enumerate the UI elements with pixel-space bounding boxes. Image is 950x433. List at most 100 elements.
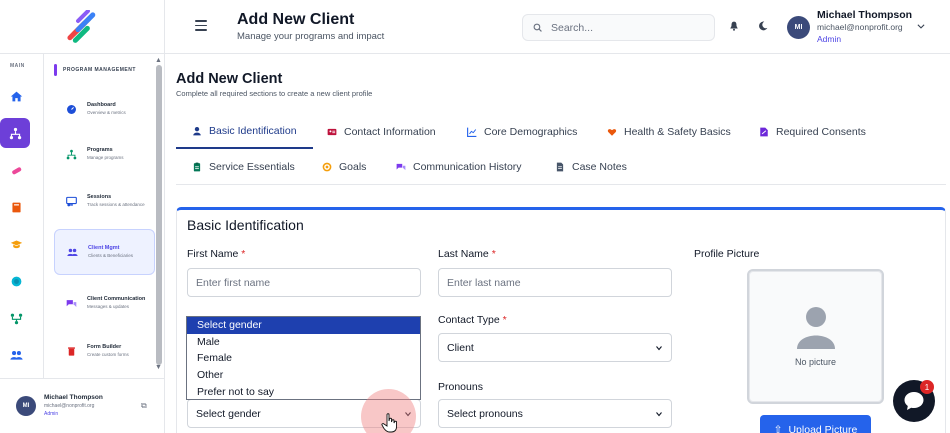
footer-user-role: Admin bbox=[44, 411, 59, 417]
user-email: michael@nonprofit.org bbox=[817, 22, 903, 32]
signature-icon bbox=[760, 127, 768, 137]
label-text: Contact Type bbox=[438, 314, 500, 326]
users-icon bbox=[9, 350, 23, 360]
nav-title: Client Mgmt bbox=[88, 244, 120, 251]
trash-icon bbox=[68, 346, 75, 356]
chat-icon bbox=[66, 299, 77, 307]
gender-dropdown-list[interactable]: Select gender Male Female Other Prefer n… bbox=[186, 316, 421, 400]
notification-badge: 1 bbox=[920, 380, 934, 394]
required-mark: * bbox=[491, 248, 496, 260]
top-header: Add New Client Manage your programs and … bbox=[165, 0, 950, 54]
tab-communication-history[interactable]: Communication History bbox=[380, 150, 538, 184]
avatar[interactable]: MI bbox=[16, 396, 36, 416]
search-icon bbox=[533, 23, 542, 32]
tab-basic-identification[interactable]: Basic Identification bbox=[176, 115, 313, 149]
tab-label: Health & Safety Basics bbox=[624, 126, 731, 138]
nav-item-programs[interactable]: Programs Manage programs bbox=[54, 131, 155, 177]
person-icon bbox=[193, 126, 201, 136]
pronouns-select[interactable]: Select pronouns bbox=[438, 399, 672, 428]
profile-picture-box[interactable]: No picture bbox=[747, 269, 884, 404]
id-card-icon bbox=[327, 128, 337, 136]
tab-required-consents[interactable]: Required Consents bbox=[743, 115, 882, 149]
external-link-icon[interactable]: ⧉ bbox=[141, 401, 147, 411]
rail-global[interactable] bbox=[2, 267, 30, 295]
panel-heading-text: PROGRAM MANAGEMENT bbox=[63, 67, 136, 73]
bell-icon[interactable] bbox=[729, 21, 739, 31]
heart-icon bbox=[607, 129, 617, 136]
rail-flow[interactable] bbox=[2, 304, 30, 332]
logo-icon[interactable] bbox=[60, 10, 104, 46]
nav-item-sessions[interactable]: Sessions Track sessions & attendance bbox=[54, 178, 155, 224]
nav-item-client-mgmt[interactable]: Client Mgmt Clients & Beneficiaries bbox=[54, 229, 155, 275]
panel-heading: PROGRAM MANAGEMENT bbox=[54, 64, 136, 76]
selected-value: Select pronouns bbox=[447, 407, 523, 420]
flow-icon bbox=[10, 313, 22, 324]
first-name-input[interactable]: Enter first name bbox=[187, 268, 421, 297]
profile-picture-label: Profile Picture bbox=[694, 248, 760, 260]
icon-rail: MAIN bbox=[0, 54, 44, 378]
contact-type-select[interactable]: Client bbox=[438, 333, 672, 362]
nav-desc: Clients & Beneficiaries bbox=[88, 252, 134, 258]
search-input[interactable] bbox=[551, 21, 701, 34]
tab-goals[interactable]: Goals bbox=[306, 150, 382, 184]
dropdown-option[interactable]: Female bbox=[187, 350, 420, 367]
dropdown-option[interactable]: Male bbox=[187, 334, 420, 351]
rail-education[interactable] bbox=[2, 230, 30, 258]
gauge-icon bbox=[67, 104, 76, 114]
search-box[interactable] bbox=[522, 14, 715, 41]
dropdown-option[interactable]: Select gender bbox=[187, 317, 420, 334]
chevron-down-icon[interactable] bbox=[916, 21, 926, 31]
rail-library[interactable] bbox=[2, 193, 30, 221]
globe-icon bbox=[11, 276, 21, 286]
scroll-thumb[interactable] bbox=[156, 65, 162, 365]
tabs-divider bbox=[176, 184, 946, 185]
last-name-input[interactable]: Enter last name bbox=[438, 268, 672, 297]
footer-user-name: Michael Thompson bbox=[44, 394, 103, 401]
page-title: Add New Client bbox=[237, 11, 355, 28]
tab-contact-information[interactable]: Contact Information bbox=[311, 115, 452, 149]
chevron-down-icon bbox=[656, 411, 662, 416]
tab-case-notes[interactable]: Case Notes bbox=[539, 150, 643, 184]
user-name: Michael Thompson bbox=[817, 9, 913, 21]
scroll-down-icon[interactable]: ▼ bbox=[155, 364, 162, 371]
rail-programs[interactable] bbox=[0, 118, 30, 148]
rail-home[interactable] bbox=[2, 82, 30, 110]
nav-title: Programs bbox=[87, 146, 113, 153]
contact-type-label: Contact Type * bbox=[438, 314, 507, 326]
placeholder-text: Enter last name bbox=[447, 276, 521, 289]
upload-picture-button[interactable]: ⇧ Upload Picture bbox=[760, 415, 871, 433]
nav-item-dashboard[interactable]: Dashboard Overview & metrics bbox=[54, 86, 155, 132]
scroll-up-icon[interactable]: ▲ bbox=[155, 57, 162, 64]
label-text: Last Name bbox=[438, 248, 489, 260]
nav-title: Client Communication bbox=[87, 295, 146, 302]
tab-service-essentials[interactable]: Service Essentials bbox=[176, 150, 311, 184]
tab-label: Communication History bbox=[413, 161, 522, 173]
sidebar-user-footer: MI Michael Thompson michael@nonprofit.or… bbox=[0, 378, 165, 433]
rail-health[interactable] bbox=[2, 156, 30, 184]
chevron-down-icon bbox=[656, 345, 662, 350]
nav-desc: Overview & metrics bbox=[87, 109, 126, 115]
page-subtitle: Manage your programs and impact bbox=[237, 31, 385, 42]
moon-icon[interactable] bbox=[758, 21, 768, 31]
tab-health-safety-basics[interactable]: Health & Safety Basics bbox=[591, 115, 747, 149]
tab-core-demographics[interactable]: Core Demographics bbox=[451, 115, 593, 149]
rail-people[interactable] bbox=[2, 341, 30, 369]
placeholder-text: Enter first name bbox=[196, 276, 271, 289]
tab-label: Required Consents bbox=[776, 126, 866, 138]
panel-scrollbar[interactable]: ▲ ▼ bbox=[155, 57, 163, 372]
last-name-label: Last Name * bbox=[438, 248, 496, 260]
menu-icon[interactable] bbox=[195, 20, 207, 32]
nav-desc: Create custom forms bbox=[87, 351, 129, 357]
dropdown-option[interactable]: Other bbox=[187, 367, 420, 384]
nav-panel: PROGRAM MANAGEMENT Dashboard Overview & m… bbox=[44, 54, 165, 378]
nav-item-client-communication[interactable]: Client Communication Messages & updates bbox=[54, 280, 155, 326]
network-icon bbox=[66, 149, 77, 159]
book-icon bbox=[11, 202, 21, 212]
screen-icon bbox=[66, 196, 77, 206]
nav-item-form-builder[interactable]: Form Builder Create custom forms bbox=[54, 328, 155, 374]
selected-value: Select gender bbox=[196, 407, 261, 420]
form-title: Add New Client bbox=[176, 71, 283, 87]
required-mark: * bbox=[241, 248, 246, 260]
avatar[interactable]: MI bbox=[787, 16, 810, 39]
app-root: MAIN PROGRAM MANAGEMENT Dashboard Overvi… bbox=[0, 0, 950, 433]
